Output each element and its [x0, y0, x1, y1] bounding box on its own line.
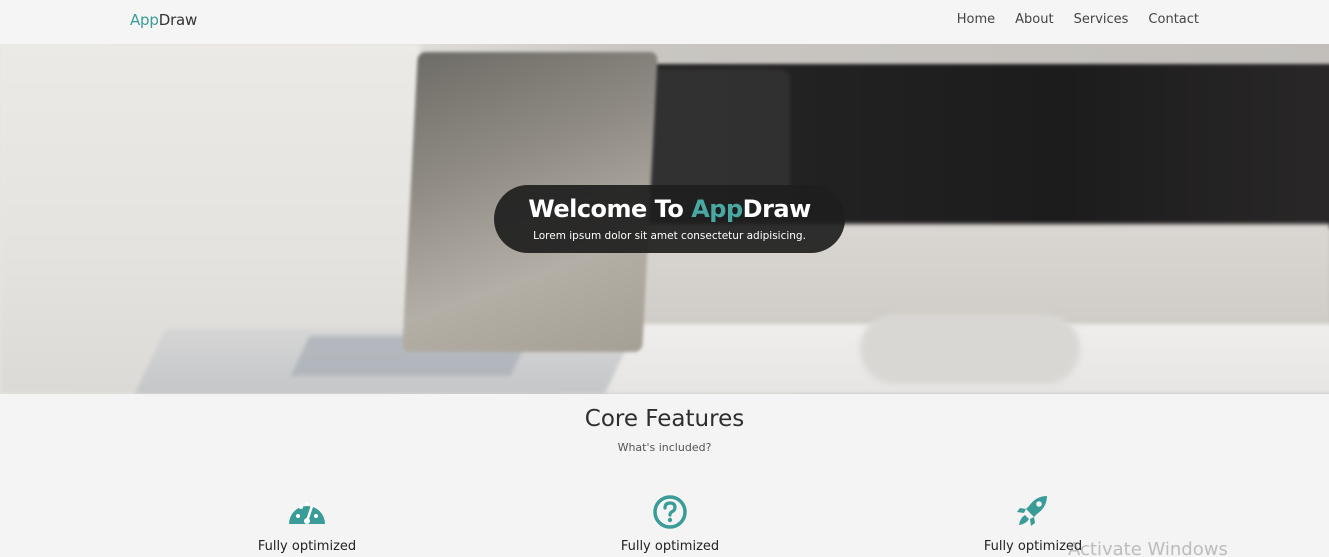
brand-logo[interactable]: AppDraw: [130, 11, 197, 29]
welcome-box: Welcome To AppDraw Lorem ipsum dolor sit…: [494, 185, 845, 253]
feature-card: Fully optimized: [570, 494, 770, 554]
feature-label: Fully optimized: [257, 539, 357, 554]
nav-link-home[interactable]: Home: [957, 12, 995, 27]
nav-links: Home About Services Contact: [957, 12, 1199, 27]
navbar: AppDraw Home About Services Contact: [0, 0, 1329, 44]
brand-accent: App: [130, 11, 159, 29]
hero-monitor-stand: [860, 314, 1080, 384]
welcome-subtitle: Lorem ipsum dolor sit amet consectetur a…: [533, 230, 806, 242]
welcome-title-accent: App: [691, 195, 743, 223]
hero-banner: Welcome To AppDraw Lorem ipsum dolor sit…: [0, 44, 1329, 394]
feature-label: Fully optimized: [620, 539, 720, 554]
feature-card: Fully optimized: [207, 494, 407, 554]
rocket-icon: [1017, 496, 1047, 526]
brand-rest: Draw: [158, 11, 198, 29]
welcome-title: Welcome To AppDraw: [494, 195, 845, 223]
welcome-title-rest: Draw: [742, 195, 812, 223]
windows-activation-watermark: Activate Windows: [1068, 539, 1228, 557]
nav-link-about[interactable]: About: [1015, 12, 1053, 27]
features-subtitle: What's included?: [617, 441, 712, 454]
question-circle-icon: [653, 495, 687, 529]
speedometer-icon: [289, 502, 325, 524]
nav-link-contact[interactable]: Contact: [1148, 12, 1199, 27]
nav-link-services[interactable]: Services: [1074, 12, 1129, 27]
features-title: Core Features: [584, 406, 745, 432]
welcome-title-prefix: Welcome To: [528, 195, 692, 223]
